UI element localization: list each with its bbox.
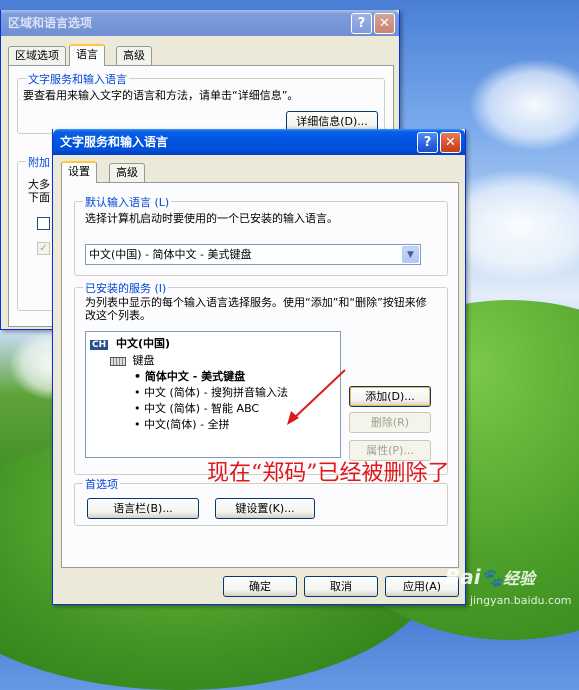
supplemental-group-label: 附加 [26,154,52,170]
settings-tab-panel: 默认输入语言 (L) 选择计算机启动时要使用的一个已安装的输入语言。 中文(中国… [61,182,459,568]
preferences-label: 首选项 [83,476,120,492]
preferences-group: 首选项 语言栏(B)... 键设置(K)... [74,476,448,526]
services-tree[interactable]: CH 中文(中国) 键盘 • 简体中文 - 美式键盘 • 中文 (简体) - 搜… [85,331,341,458]
cancel-button[interactable]: 取消 [304,576,378,597]
service-item[interactable]: • 中文 (简体) - 智能 ABC [134,400,259,416]
supplemental-checkbox-1[interactable] [37,217,50,230]
default-language-group: 默认输入语言 (L) 选择计算机启动时要使用的一个已安装的输入语言。 中文(中国… [74,194,448,276]
language-name: 中文(中国) [115,337,171,350]
tab-advanced[interactable]: 高级 [109,163,145,183]
language-badge: CH [90,340,109,350]
watermark-brand: Bai🐾经验 [445,565,536,589]
tab-settings[interactable]: 设置 [61,161,97,183]
watermark-url: jingyan.baidu.com [470,594,572,607]
text-services-titlebar[interactable]: 文字服务和输入语言 ? ✕ [53,129,465,155]
text-services-group-label: 文字服务和输入语言 [26,71,129,87]
default-language-desc: 选择计算机启动时要使用的一个已安装的输入语言。 [85,212,338,225]
regional-dialog-titlebar[interactable]: 区域和语言选项 ? ✕ [1,10,399,36]
default-language-select[interactable]: 中文(中国) - 简体中文 - 美式键盘 ▼ [85,244,421,265]
help-icon[interactable]: ? [351,13,372,34]
installed-services-group: 已安装的服务 (I) 为列表中显示的每个输入语言选择服务。使用“添加”和“删除”… [74,280,448,475]
regional-dialog-title: 区域和语言选项 [8,16,93,30]
tree-item-language[interactable]: CH 中文(中国) [90,335,170,351]
supplemental-checkbox-2[interactable]: ✓ [37,242,50,255]
annotation-text: 现在“郑码”已经被删除了 [207,461,450,486]
service-item[interactable]: • 中文 (简体) - 搜狗拼音输入法 [134,384,288,400]
installed-services-label: 已安装的服务 (I) [83,280,169,296]
close-icon[interactable]: ✕ [440,132,461,153]
supplemental-line2: 下面 [28,191,50,204]
default-language-value: 中文(中国) - 简体中文 - 美式键盘 [89,248,252,261]
installed-services-desc: 为列表中显示的每个输入语言选择服务。使用“添加”和“删除”按钮来修改这个列表。 [85,296,427,322]
ok-button[interactable]: 确定 [223,576,297,597]
remove-button[interactable]: 删除(R) [349,412,431,433]
language-bar-button[interactable]: 语言栏(B)... [87,498,199,519]
text-services-dialog: 文字服务和输入语言 ? ✕ 设置 高级 默认输入语言 (L) 选择计算机启动时要… [52,129,466,605]
key-settings-button[interactable]: 键设置(K)... [215,498,315,519]
keyboard-label: 键盘 [132,354,155,367]
keyboard-icon [110,356,126,366]
service-item[interactable]: • 中文(简体) - 全拼 [134,416,230,432]
service-item[interactable]: • 简体中文 - 美式键盘 [134,368,245,384]
tab-advanced[interactable]: 高级 [116,46,152,66]
default-language-label: 默认输入语言 (L) [83,194,172,210]
text-services-title: 文字服务和输入语言 [60,135,169,149]
help-icon[interactable]: ? [417,132,438,153]
text-services-group: 文字服务和输入语言 要查看用来输入文字的语言和方法，请单击“详细信息”。 详细信… [17,71,385,134]
text-services-desc: 要查看用来输入文字的语言和方法，请单击“详细信息”。 [23,89,299,102]
close-icon[interactable]: ✕ [374,13,395,34]
tree-item-keyboard[interactable]: 键盘 [110,352,155,368]
paw-icon: 🐾 [480,568,504,589]
chevron-down-icon[interactable]: ▼ [402,246,419,263]
tab-languages[interactable]: 语言 [69,44,105,66]
tab-regional-options[interactable]: 区域选项 [8,46,66,66]
add-button[interactable]: 添加(D)... [349,386,431,407]
